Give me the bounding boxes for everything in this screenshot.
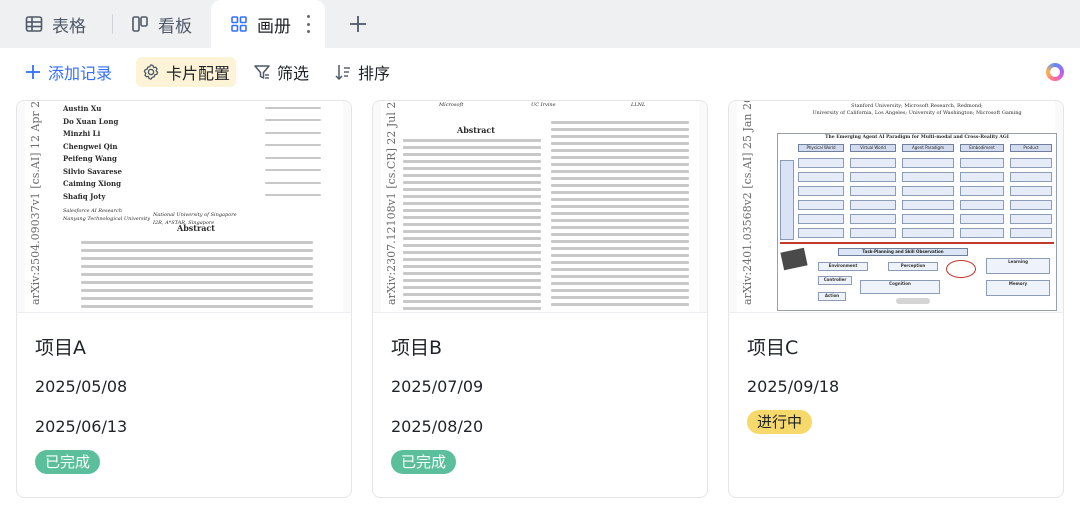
gallery-icon bbox=[229, 14, 249, 34]
card-cover-image: arXiv:2504.09037v1 [cs.AI] 12 Apr 2025 A… bbox=[17, 101, 351, 313]
card-title: 项目A bbox=[35, 337, 86, 359]
gallery-card[interactable]: arXiv:2401.03568v2 [cs.AI] 25 Jan 2024 S… bbox=[728, 100, 1064, 498]
sort-icon bbox=[334, 63, 352, 81]
gallery-card[interactable]: arXiv:2307.12108v1 [cs.CR] 22 Jul 2023 M… bbox=[372, 100, 708, 498]
end-date: 2025/06/13 bbox=[35, 417, 128, 436]
tab-divider bbox=[112, 14, 113, 34]
card-title: 项目C bbox=[747, 337, 799, 359]
paper-page: arXiv:2401.03568v2 [cs.AI] 25 Jan 2024 S… bbox=[737, 101, 1057, 312]
architecture-diagram: The Emerging Agent AI Paradigm for Multi… bbox=[777, 133, 1057, 311]
sort-label: 排序 bbox=[358, 64, 391, 83]
card-config-label: 卡片配置 bbox=[166, 64, 231, 83]
card-title: 项目B bbox=[391, 337, 443, 359]
abstract-heading: Abstract bbox=[457, 125, 495, 135]
card-config-button[interactable]: 卡片配置 bbox=[136, 57, 237, 87]
toolbar: 添加记录 卡片配置 筛选 排序 bbox=[0, 48, 1080, 98]
tab-gallery[interactable]: 画册 bbox=[211, 0, 325, 48]
start-date: 2025/09/18 bbox=[747, 377, 840, 396]
ai-assistant-icon[interactable] bbox=[1046, 63, 1064, 81]
start-date: 2025/05/08 bbox=[35, 377, 128, 396]
tab-gallery-label: 画册 bbox=[257, 16, 291, 37]
card-cover-image: arXiv:2307.12108v1 [cs.CR] 22 Jul 2023 M… bbox=[373, 101, 707, 313]
filter-icon bbox=[253, 63, 271, 81]
add-record-button[interactable]: 添加记录 bbox=[24, 57, 112, 87]
tab-kanban-label: 看板 bbox=[158, 16, 192, 37]
arxiv-id: arXiv:2401.03568v2 [cs.AI] 25 Jan 2024 bbox=[741, 101, 754, 305]
end-date: 2025/08/20 bbox=[391, 417, 484, 436]
tab-table[interactable]: 表格 bbox=[24, 0, 86, 48]
arxiv-id: arXiv:2504.09037v1 [cs.AI] 12 Apr 2025 bbox=[29, 101, 42, 305]
gallery-card[interactable]: arXiv:2504.09037v1 [cs.AI] 12 Apr 2025 A… bbox=[16, 100, 352, 498]
abstract-heading: Abstract bbox=[177, 223, 215, 233]
paper-page: arXiv:2307.12108v1 [cs.CR] 22 Jul 2023 M… bbox=[381, 101, 699, 312]
tab-table-label: 表格 bbox=[52, 16, 86, 37]
start-date: 2025/07/09 bbox=[391, 377, 484, 396]
tab-kanban[interactable]: 看板 bbox=[130, 0, 192, 48]
paper-page: arXiv:2504.09037v1 [cs.AI] 12 Apr 2025 A… bbox=[25, 101, 343, 312]
status-badge: 已完成 bbox=[391, 450, 457, 474]
table-icon bbox=[24, 14, 44, 34]
filter-button[interactable]: 筛选 bbox=[253, 57, 309, 87]
status-badge: 已完成 bbox=[35, 450, 101, 474]
author-list: Austin Xu Do Xuan Long Minzhi Li Chengwe… bbox=[63, 104, 122, 201]
add-view-button[interactable] bbox=[346, 12, 370, 36]
add-record-label: 添加记录 bbox=[48, 64, 113, 83]
arxiv-id: arXiv:2307.12108v1 [cs.CR] 22 Jul 2023 bbox=[385, 101, 398, 305]
gear-icon bbox=[142, 63, 160, 81]
sort-button[interactable]: 排序 bbox=[334, 57, 390, 87]
view-tab-bar: 表格 看板 画册 bbox=[0, 0, 1080, 48]
plus-icon bbox=[350, 16, 366, 32]
plus-icon bbox=[24, 63, 42, 81]
card-cover-image: arXiv:2401.03568v2 [cs.AI] 25 Jan 2024 S… bbox=[729, 101, 1063, 313]
status-badge: 进行中 bbox=[747, 410, 813, 434]
filter-label: 筛选 bbox=[277, 64, 310, 83]
more-vertical-icon[interactable] bbox=[305, 15, 311, 33]
kanban-icon bbox=[130, 14, 150, 34]
